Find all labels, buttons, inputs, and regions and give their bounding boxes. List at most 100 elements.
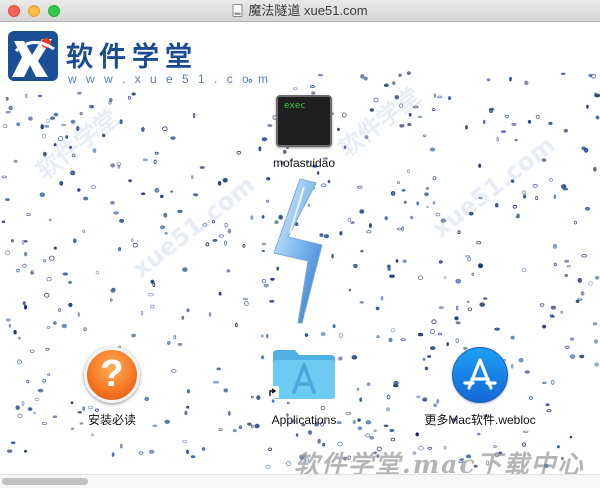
speckle <box>24 449 27 453</box>
speckle <box>522 430 529 434</box>
speckle <box>49 116 56 120</box>
speckle <box>62 272 69 276</box>
speckle <box>376 335 380 339</box>
speckle <box>40 124 44 130</box>
speckle <box>398 73 402 77</box>
speckle <box>167 340 171 345</box>
speckle <box>119 443 123 449</box>
speckle <box>46 276 52 282</box>
speckle <box>119 218 125 223</box>
speckle <box>116 162 122 166</box>
speckle <box>37 388 44 393</box>
speckle <box>532 183 538 188</box>
speckle <box>160 225 166 230</box>
speckle <box>52 415 58 419</box>
speckle <box>164 419 170 424</box>
speckle <box>466 300 470 304</box>
speckle <box>218 291 222 296</box>
speckle <box>553 262 557 267</box>
speckle <box>416 201 420 206</box>
speckle <box>34 397 40 402</box>
speckle <box>70 427 75 431</box>
horizontal-scrollbar[interactable] <box>0 474 600 488</box>
speckle <box>429 329 435 334</box>
speckle <box>49 255 55 261</box>
speckle <box>23 240 28 243</box>
exec-badge: exec <box>284 101 306 111</box>
speckle <box>512 204 518 209</box>
speckle <box>295 433 299 437</box>
scrollbar-thumb[interactable] <box>2 478 88 485</box>
speckle <box>242 297 248 301</box>
speckle <box>577 277 583 283</box>
more-mac-software-webloc[interactable]: 更多Mac软件.webloc <box>420 347 540 427</box>
speckle <box>373 429 377 433</box>
speckle <box>132 242 138 248</box>
speckle <box>455 278 462 284</box>
speckle <box>539 303 545 307</box>
speckle <box>390 190 396 196</box>
speckle <box>190 455 196 459</box>
speckle <box>1 220 6 224</box>
speckle <box>383 424 389 428</box>
speckle <box>138 451 144 455</box>
speckle <box>402 259 407 264</box>
speckle <box>579 354 585 359</box>
speckle <box>368 223 372 228</box>
speckle <box>564 273 568 278</box>
speckle <box>417 332 424 337</box>
speckle <box>524 80 529 86</box>
title-bar[interactable]: 魔法隧道 xue51.com <box>0 0 600 22</box>
speckle <box>186 389 190 394</box>
speckle <box>41 422 48 425</box>
speckle <box>465 125 468 130</box>
speckle <box>110 201 115 205</box>
speckle <box>162 126 168 131</box>
speckle <box>208 311 212 317</box>
speckle <box>148 292 154 297</box>
speckle <box>363 76 368 81</box>
speckle <box>95 270 100 275</box>
speckle <box>395 259 399 263</box>
speckle <box>437 332 443 336</box>
speckle <box>380 295 384 301</box>
speckle <box>160 194 164 199</box>
speckle <box>383 83 389 88</box>
speckle <box>455 338 460 344</box>
speckle <box>154 151 159 155</box>
speckle <box>482 119 486 125</box>
speckle <box>5 198 10 201</box>
speckle <box>542 381 547 385</box>
speckle <box>339 231 343 236</box>
install-readme-file[interactable]: ? 安装必读 <box>60 347 164 427</box>
speckle <box>542 324 546 329</box>
speckle <box>309 85 316 88</box>
speckle <box>186 449 189 455</box>
speckle <box>24 251 28 257</box>
speckle <box>417 275 423 280</box>
speckle <box>494 327 500 331</box>
speckle <box>580 291 585 296</box>
speckle <box>454 316 459 321</box>
speckle <box>581 253 587 258</box>
speckle <box>268 447 273 451</box>
speckle <box>357 418 361 422</box>
speckle <box>6 96 9 101</box>
speckle <box>247 422 252 426</box>
speckle <box>111 287 116 292</box>
speckle <box>316 171 320 175</box>
speckle <box>569 354 576 359</box>
speckle <box>45 347 50 351</box>
speckle <box>30 271 34 275</box>
mofasuidao-executable[interactable]: exec mofasuidao <box>254 91 354 170</box>
speckle <box>350 221 355 225</box>
applications-folder-alias[interactable]: Applications <box>254 348 354 427</box>
speckle <box>1 175 8 179</box>
alias-arrow-icon <box>267 386 279 398</box>
speckle <box>110 163 116 168</box>
speckle <box>23 304 27 310</box>
speckle <box>594 275 600 280</box>
speckle <box>46 325 51 329</box>
speckle <box>388 337 393 343</box>
speckle <box>111 452 115 458</box>
